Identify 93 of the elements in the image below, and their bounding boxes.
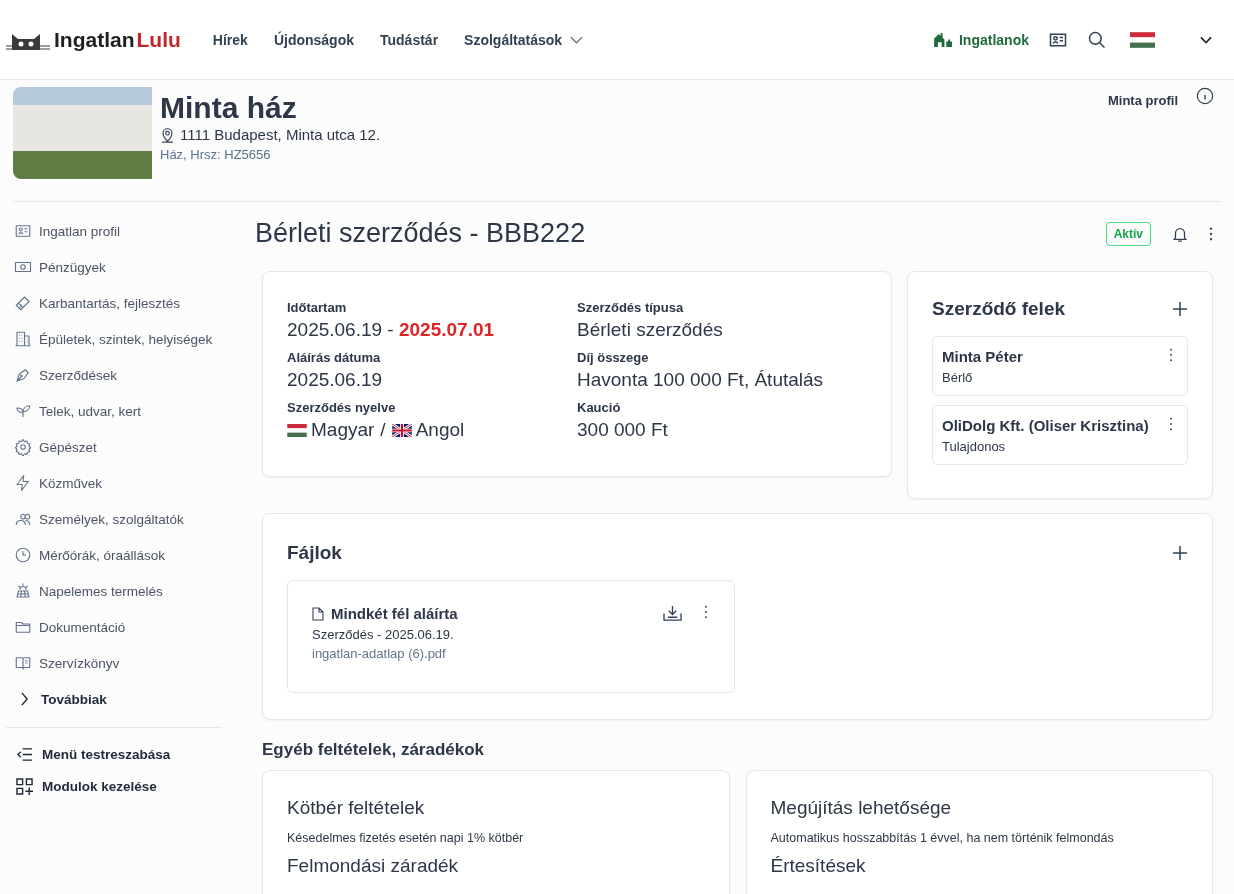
term-title: Kötbér feltételek <box>287 797 426 819</box>
party-name: OliDolg Kft. (Oliser Krisztina) <box>942 417 1149 434</box>
term-title: Megújítás lehetősége <box>770 797 953 819</box>
menu-item-icon <box>14 546 32 564</box>
property-subtitle: Ház, Hrsz: HZ5656 <box>160 147 272 162</box>
term-text: Automatikus hosszabbítás 1 évvel, ha nem történik felmondás <box>770 831 1115 845</box>
field-value: 300 000 Ft <box>577 418 669 442</box>
menu-item-icon <box>14 402 32 420</box>
nav-link[interactable]: Hírek <box>212 31 248 48</box>
file-card[interactable]: Mindkét fél aláírta Szerződés - 2025.06.19. ingatlan-adatlap (6).pdf <box>287 580 735 693</box>
party-name: Minta Péter <box>942 348 1023 365</box>
section-title: Szerződő felek <box>932 298 1066 320</box>
nav-link[interactable]: Szolgáltatások <box>464 31 584 48</box>
field-label: Szerződés nyelve <box>287 400 397 415</box>
menu-item-icon <box>14 222 32 240</box>
document-icon <box>312 606 324 621</box>
field-label: Kaució <box>577 400 622 415</box>
section-heading: Egyéb feltételek, záradékok <box>262 740 486 760</box>
file-name: ingatlan-adatlap (6).pdf <box>312 646 447 661</box>
property-address: 1111 Budapest, Minta utca 12. <box>180 126 381 143</box>
sidebar-item[interactable]: Dokumentáció <box>0 609 222 645</box>
add-icon[interactable] <box>1172 545 1188 561</box>
field-label: Szerződés típusa <box>577 300 685 315</box>
menu-item-icon <box>14 582 32 600</box>
chevron-down-icon <box>570 35 584 44</box>
status-badge: Aktív <box>1105 221 1151 246</box>
chevron-right-icon <box>20 692 29 706</box>
location-pin-icon <box>160 126 175 143</box>
info-icon[interactable] <box>1196 87 1214 105</box>
list-indent-icon <box>16 746 33 762</box>
more-options-icon[interactable] <box>1169 417 1173 431</box>
british-flag-icon <box>391 423 412 437</box>
menu-item-icon <box>14 438 32 456</box>
separator-text: / <box>380 418 386 442</box>
language-name: Magyar <box>311 418 375 442</box>
party-role: Bérlő <box>942 370 974 385</box>
file-title: Mindkét fél aláírta <box>331 605 458 622</box>
property-name: Minta ház <box>160 90 298 126</box>
logo-text: Lulu <box>136 27 181 52</box>
term-text: Késedelmes fizetés esetén napi 1% kötbér <box>287 831 525 845</box>
sidebar-item[interactable]: Karbantartás, fejlesztés <box>0 285 222 321</box>
field-value: 2025.06.19 - 2025.07.01 <box>287 318 496 342</box>
party-card[interactable]: OliDolg Kft. (Oliser Krisztina) Tulajdonos <box>932 405 1188 465</box>
menu-item-icon <box>14 330 32 348</box>
more-options-icon[interactable] <box>1209 226 1213 241</box>
sidebar-action[interactable]: Menü testreszabása <box>0 738 222 770</box>
term-title: Felmondási záradék <box>287 855 460 877</box>
field-value: Havonta 100 000 Ft, Átutalás <box>577 368 825 392</box>
hungarian-flag-icon <box>287 423 307 437</box>
grid-plus-icon <box>16 777 33 795</box>
more-options-icon[interactable] <box>704 605 708 619</box>
nav-link[interactable]: Újdonságok <box>273 31 354 48</box>
sidebar-item[interactable]: Mérőórák, óraállások <box>0 537 222 573</box>
chevron-down-icon[interactable] <box>1200 35 1212 44</box>
sidebar-item[interactable]: Épületek, szintek, helyiségek <box>0 321 222 357</box>
section-title: Fájlok <box>287 542 342 564</box>
contract-title: Bérleti szerződés - BBB222 <box>255 218 586 249</box>
sidebar-item[interactable]: Szervízkönyv <box>0 645 222 681</box>
sidebar-item[interactable]: Személyek, szolgáltatók <box>0 501 222 537</box>
more-link[interactable]: Továbbiak <box>0 681 222 717</box>
sidebar-item[interactable]: Gépészet <box>0 429 222 465</box>
house-icon <box>934 32 953 47</box>
profile-link[interactable]: Minta profil <box>1107 93 1178 108</box>
add-icon[interactable] <box>1172 301 1188 317</box>
more-options-icon[interactable] <box>1169 348 1173 362</box>
download-icon[interactable] <box>663 605 682 622</box>
party-role: Tulajdonos <box>942 439 1007 454</box>
field-value: Bérleti szerződés <box>577 318 724 342</box>
logo[interactable]: IngatlanLulu <box>6 27 181 52</box>
hungarian-flag-icon[interactable] <box>1130 31 1155 48</box>
menu-item-icon <box>14 294 32 312</box>
party-card[interactable]: Minta Péter Bérlő <box>932 336 1188 396</box>
field-label: Időtartam <box>287 300 348 315</box>
sidebar-item[interactable]: Napelemes termelés <box>0 573 222 609</box>
file-subtitle: Szerződés - 2025.06.19. <box>312 627 455 642</box>
sidebar-item[interactable]: Szerződések <box>0 357 222 393</box>
search-icon[interactable] <box>1087 29 1107 50</box>
properties-link[interactable]: Ingatlanok <box>934 31 1029 48</box>
language-name: Angol <box>415 418 465 442</box>
sidebar-item[interactable]: Pénzügyek <box>0 249 222 285</box>
menu-item-icon <box>14 366 32 384</box>
term-title: Értesítések <box>770 855 867 877</box>
sidebar-item[interactable]: Közművek <box>0 465 222 501</box>
sidebar-item[interactable]: Telek, udvar, kert <box>0 393 222 429</box>
field-value: 2025.06.19 <box>287 368 384 392</box>
logo-text: Ingatlan <box>54 27 135 52</box>
menu-item-icon <box>14 474 32 492</box>
sidebar-item[interactable]: Ingatlan profil <box>0 213 222 249</box>
menu-item-icon <box>14 654 32 672</box>
sidebar-action[interactable]: Modulok kezelése <box>0 770 222 802</box>
nav-link[interactable]: Tudástár <box>380 31 439 48</box>
field-label: Aláírás dátuma <box>287 350 382 365</box>
field-label: Díj összege <box>577 350 650 365</box>
